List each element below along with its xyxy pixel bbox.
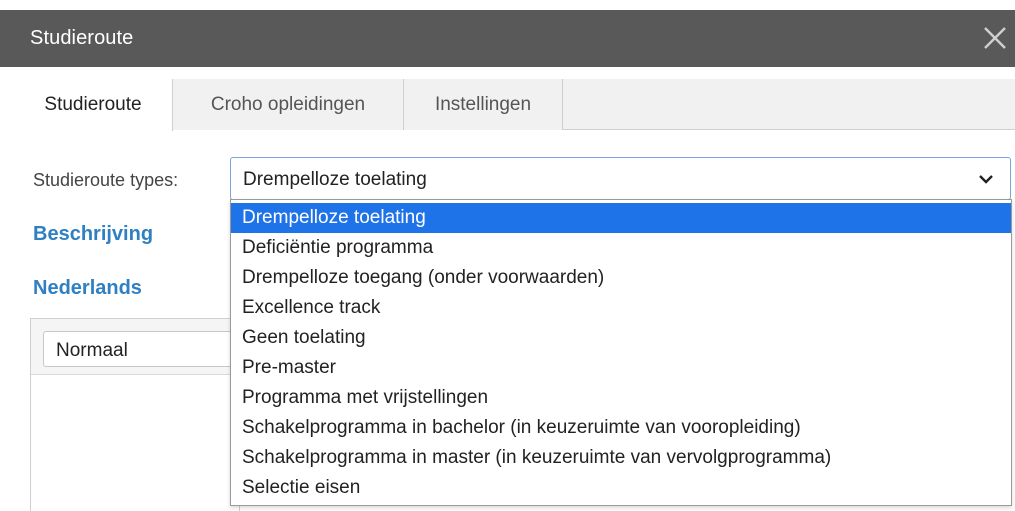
studieroute-dialog: Studieroute Studieroute Croho opleidinge… bbox=[0, 0, 1015, 511]
dropdown-option[interactable]: Schakelprogramma in master (in keuzeruim… bbox=[231, 443, 1011, 473]
dropdown-option[interactable]: Excellence track bbox=[231, 293, 1011, 323]
dialog-titlebar: Studieroute bbox=[0, 10, 1015, 67]
format-value: Normaal bbox=[56, 340, 128, 361]
beschrijving-heading: Beschrijving bbox=[33, 223, 154, 245]
select-value: Drempelloze toelating bbox=[243, 169, 427, 190]
dropdown-option[interactable]: Schakelprogramma in bachelor (in keuzeru… bbox=[231, 413, 1011, 443]
tab-studieroute[interactable]: Studieroute bbox=[14, 79, 173, 131]
tab-instellingen[interactable]: Instellingen bbox=[404, 79, 563, 130]
tab-bar: Studieroute Croho opleidingen Instelling… bbox=[14, 79, 1015, 131]
editor-toolbar: Normaal bbox=[31, 319, 243, 375]
dropdown-option[interactable]: Drempelloze toelating bbox=[231, 203, 1011, 233]
dropdown-option[interactable]: Deficiëntie programma bbox=[231, 233, 1011, 263]
chevron-down-icon bbox=[979, 175, 993, 184]
dropdown-option[interactable]: Pre-master bbox=[231, 353, 1011, 383]
paragraph-format-select[interactable]: Normaal bbox=[43, 331, 243, 367]
tab-label: Instellingen bbox=[434, 93, 532, 115]
tab-croho-opleidingen[interactable]: Croho opleidingen bbox=[173, 79, 404, 130]
dropdown-option[interactable]: Geen toelating bbox=[231, 323, 1011, 353]
dropdown-option[interactable]: Programma met vrijstellingen bbox=[231, 383, 1011, 413]
studieroute-types-select[interactable]: Drempelloze toelating bbox=[230, 157, 1011, 200]
tab-label: Croho opleidingen bbox=[210, 93, 366, 115]
dropdown-option[interactable]: Selectie eisen bbox=[231, 473, 1011, 503]
rich-text-editor[interactable]: Normaal bbox=[30, 318, 243, 511]
tab-label: Studieroute bbox=[44, 94, 142, 115]
dialog-title: Studieroute bbox=[30, 27, 134, 49]
nederlands-heading: Nederlands bbox=[33, 277, 142, 299]
studieroute-types-label: Studieroute types: bbox=[33, 170, 179, 190]
close-icon[interactable] bbox=[980, 23, 1010, 53]
studieroute-types-dropdown: Drempelloze toelating Deficiëntie progra… bbox=[230, 199, 1012, 506]
dropdown-option[interactable]: Drempelloze toegang (onder voorwaarden) bbox=[231, 263, 1011, 293]
